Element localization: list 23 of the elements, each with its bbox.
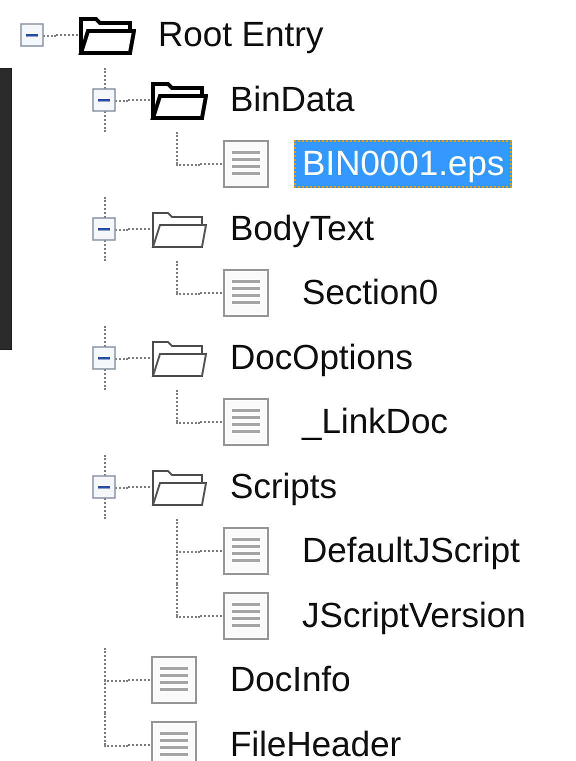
- tree-item[interactable]: Section0: [294, 269, 446, 318]
- document-icon: [222, 268, 270, 318]
- document-icon: [222, 590, 270, 641]
- document-icon: [222, 526, 270, 576]
- tree-item[interactable]: DefaultJScript: [294, 527, 528, 576]
- document-icon: [222, 139, 270, 190]
- tree-item[interactable]: JScriptVersion: [294, 592, 534, 640]
- tree-item[interactable]: BodyText: [222, 204, 382, 253]
- document-icon: [222, 397, 270, 448]
- tree-item[interactable]: DocInfo: [222, 656, 359, 704]
- collapse-toggle[interactable]: [92, 88, 116, 112]
- collapse-toggle[interactable]: [92, 216, 116, 241]
- tree-item[interactable]: _LinkDoc: [294, 398, 456, 446]
- tree-item[interactable]: FileHeader: [222, 720, 410, 761]
- tree-item[interactable]: BinData: [222, 76, 363, 124]
- document-icon: [150, 655, 198, 706]
- tree-item[interactable]: Scripts: [222, 462, 345, 511]
- collapse-toggle[interactable]: [20, 23, 44, 48]
- tree-item[interactable]: Root Entry: [150, 11, 332, 60]
- collapse-toggle[interactable]: [92, 474, 116, 499]
- collapse-toggle[interactable]: [92, 346, 116, 370]
- tree-item[interactable]: DocOptions: [222, 334, 421, 382]
- document-icon: [150, 720, 198, 761]
